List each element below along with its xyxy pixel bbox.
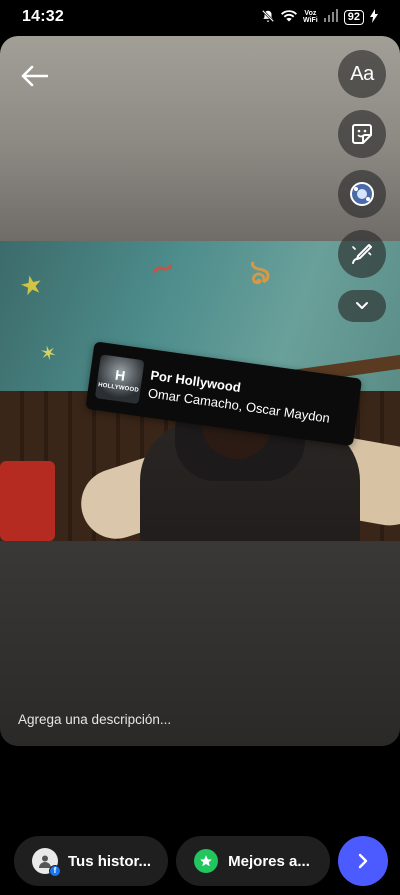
sticker-icon xyxy=(352,124,372,144)
avatar: f xyxy=(32,848,61,877)
status-time: 14:32 xyxy=(22,8,64,25)
status-icons: Voz WiFi 92 xyxy=(261,8,378,26)
more-tools-button[interactable] xyxy=(338,290,386,322)
facebook-icon: f xyxy=(49,865,61,877)
caption-input[interactable]: Agrega una descripción... xyxy=(18,712,171,727)
album-art-text: HOLLYWOOD xyxy=(97,381,140,394)
share-your-story-button[interactable]: f Tus histor... xyxy=(14,836,169,886)
draw-icon xyxy=(352,244,372,264)
network-label: Voz WiFi xyxy=(303,10,318,24)
mute-icon xyxy=(261,9,275,26)
chevron-right-icon xyxy=(358,853,368,869)
photo-red-can xyxy=(0,461,55,541)
star-icon xyxy=(194,849,219,873)
charging-icon xyxy=(370,8,378,26)
effects-icon xyxy=(350,182,374,206)
share-close-friends-button[interactable]: Mejores a... xyxy=(176,836,331,886)
sticker-button[interactable] xyxy=(338,110,386,158)
arrow-left-icon xyxy=(21,65,48,87)
status-bar: 14:32 Voz WiFi 92 xyxy=(0,0,400,34)
album-art: H HOLLYWOOD xyxy=(94,354,145,405)
back-button[interactable] xyxy=(18,60,50,92)
album-logo-icon: H xyxy=(114,366,127,384)
text-tool-label: Aa xyxy=(350,62,374,85)
editor-tools: Aa xyxy=(338,50,386,322)
chevron-down-icon xyxy=(356,302,368,309)
signal-icon xyxy=(323,9,338,25)
wifi-icon xyxy=(281,9,298,25)
text-tool-button[interactable]: Aa xyxy=(338,50,386,98)
next-button[interactable] xyxy=(338,836,388,886)
battery-icon: 92 xyxy=(343,9,364,25)
effects-button[interactable] xyxy=(338,170,386,218)
friends-label: Mejores a... xyxy=(228,852,310,870)
share-bar: f Tus histor... Mejores a... xyxy=(14,836,388,886)
story-label: Tus histor... xyxy=(68,852,152,870)
sticker-text: Por Hollywood Omar Camacho, Oscar Maydon xyxy=(147,367,333,425)
draw-button[interactable] xyxy=(338,230,386,278)
